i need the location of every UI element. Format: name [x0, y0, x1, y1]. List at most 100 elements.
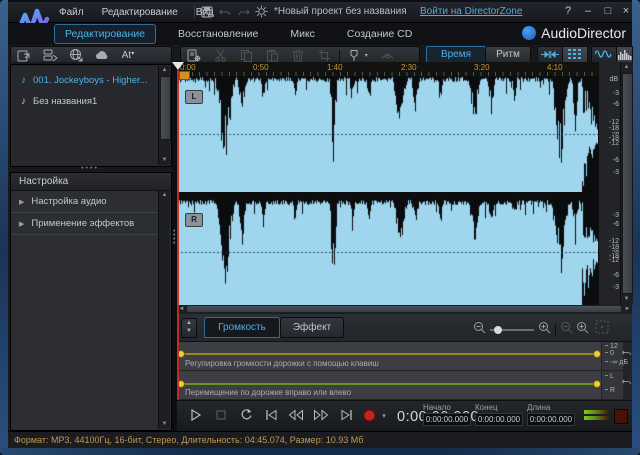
db-scale-label: -6 — [613, 157, 619, 164]
undo-icon[interactable] — [216, 5, 234, 19]
settings-gear-icon[interactable] — [252, 5, 270, 19]
directorzone-link[interactable]: Войти на DirectorZone — [420, 6, 522, 17]
menu-item-edit[interactable]: Редактирование — [93, 3, 187, 18]
channel-left-badge: L — [185, 90, 203, 104]
tab-volume[interactable]: Громкость — [204, 317, 280, 338]
settings-item-label: Применение эффектов — [31, 218, 134, 229]
timeline-flag-icon[interactable] — [179, 71, 190, 80]
record-button[interactable] — [360, 408, 378, 426]
tab-mix[interactable]: Микс — [280, 25, 325, 43]
settings-scrollbar[interactable]: ▲ ▼ — [158, 191, 170, 429]
timeline-ruler[interactable]: 0:000:501:402:303:204:10 — [177, 62, 598, 76]
close-button[interactable]: × — [618, 5, 634, 17]
time-mode-button[interactable]: Время — [426, 46, 486, 63]
volume-lane-track[interactable]: Регулировка громкости дорожки с помощью … — [177, 342, 601, 371]
vertical-zoom-in-icon[interactable] — [576, 321, 589, 339]
keyframe-point[interactable] — [593, 380, 601, 388]
waveform-editor[interactable]: 0:000:501:402:303:204:10 L R — [177, 62, 598, 305]
time-field-value[interactable]: 0:00:00.000 — [423, 413, 471, 426]
time-field-label: Длина — [527, 403, 575, 412]
pan-lane-label: Перемещение по дорожке вправо или влево — [185, 388, 351, 397]
tab-restore[interactable]: Восстановление — [168, 25, 268, 43]
main-tabs: Редактирование Восстановление Микс Создание… — [48, 23, 428, 44]
library-scroll-thumb[interactable] — [160, 76, 171, 140]
db-scale-label: -12 — [609, 257, 619, 264]
brand: AudioDirector — [522, 25, 626, 43]
library-scrollbar[interactable]: ▲ ▼ — [158, 66, 170, 165]
scroll-up-icon[interactable]: ▲ — [621, 63, 632, 72]
vertical-zoom-out-icon[interactable] — [560, 321, 573, 339]
record-dropdown-icon[interactable]: ▾ — [379, 408, 389, 426]
zoom-out-icon[interactable] — [473, 321, 486, 339]
tab-create-cd[interactable]: Создание CD — [337, 25, 422, 43]
scroll-down-icon[interactable]: ▼ — [621, 295, 632, 304]
go-start-button[interactable] — [260, 408, 282, 426]
time-field-value[interactable]: 0:00:00.000 — [475, 413, 523, 426]
text-to-speech-icon[interactable]: At▾ — [115, 50, 141, 61]
volume-keyframe-lane[interactable]: Регулировка громкости дорожки с помощью … — [177, 342, 632, 371]
waveform-scroll-thumb[interactable] — [622, 73, 633, 294]
channel-right[interactable]: R — [177, 199, 598, 305]
volume-lane-reset-icon[interactable] — [622, 342, 632, 370]
pan-lane-track[interactable]: Перемещение по дорожке вправо или влево — [177, 371, 601, 400]
beat-mode-button[interactable]: Ритм — [485, 46, 531, 63]
zoom-slider-knob[interactable] — [494, 326, 502, 334]
scroll-up-icon[interactable]: ▲ — [159, 66, 170, 75]
lane-scale-label: 0 — [605, 350, 614, 357]
list-item[interactable]: ♪001. Jockeyboys - Higher... — [11, 70, 171, 91]
panel-resize-handle[interactable]: •••• — [8, 165, 172, 172]
zoom-fit-icon[interactable] — [595, 320, 609, 339]
zoom-in-icon[interactable] — [538, 321, 551, 339]
application-window: ФайлРедактированиеВид *Новый проект без … — [0, 0, 640, 455]
db-scale-label: -3 — [613, 90, 619, 97]
scroll-down-icon[interactable]: ▼ — [159, 420, 170, 429]
lane-scale-label: R — [605, 387, 615, 394]
time-field-start: Начало0:00:00.000 — [423, 403, 471, 426]
time-field-label: Начало — [423, 403, 471, 412]
scroll-down-icon[interactable]: ▼ — [159, 156, 170, 165]
settings-item-apply-effects[interactable]: ▶Применение эффектов — [11, 213, 171, 235]
time-field-value[interactable]: 0:00:00.000 — [527, 413, 575, 426]
loop-button[interactable] — [235, 408, 257, 426]
transport-bar: ▾ 0:00:00.000 Начало0:00:00.000Конец0:00… — [177, 400, 632, 432]
playhead-handle-icon[interactable] — [172, 62, 184, 70]
pan-lane-reset-icon[interactable] — [622, 371, 632, 399]
timeline-tick-label: 3:20 — [474, 63, 490, 72]
stop-button[interactable] — [210, 408, 232, 426]
tab-edit[interactable]: Редактирование — [54, 24, 156, 44]
help-button[interactable]: ? — [560, 5, 576, 17]
collapse-panel-icon[interactable]: ▲▼ — [181, 318, 197, 338]
waveform-canvas-left[interactable] — [177, 76, 598, 192]
bottom-panel: ◄ ► ▲▼ Громкость Эффект — [177, 305, 632, 431]
save-icon[interactable] — [198, 5, 216, 19]
rewind-button[interactable] — [285, 408, 307, 426]
list-item[interactable]: ♪Без названия1 — [11, 91, 171, 112]
maximize-button[interactable]: □ — [600, 5, 616, 17]
pan-keyframe-line[interactable] — [179, 383, 599, 385]
db-scale-label: -3 — [613, 169, 619, 176]
tab-effect[interactable]: Эффект — [280, 317, 344, 338]
waveform-canvas-right[interactable] — [177, 199, 598, 305]
settings-item-audio-adjust[interactable]: ▶Настройка аудио — [11, 191, 171, 213]
timeline-tick-label: 4:10 — [547, 63, 563, 72]
db-scale-label: -6 — [613, 221, 619, 228]
pan-keyframe-lane[interactable]: Перемещение по дорожке вправо или влево … — [177, 371, 632, 400]
hscroll-thumb[interactable] — [187, 306, 621, 312]
menu-item-file[interactable]: Файл — [50, 3, 93, 18]
settings-panel: Настройка ▶Настройка аудио▶Применение эф… — [10, 172, 172, 431]
minimize-button[interactable]: – — [580, 5, 596, 17]
zoom-slider[interactable] — [490, 329, 534, 331]
volume-lane-label: Регулировка громкости дорожки с помощью … — [185, 359, 379, 368]
play-button[interactable] — [185, 408, 207, 426]
playhead[interactable] — [177, 70, 179, 400]
scroll-up-icon[interactable]: ▲ — [159, 191, 170, 200]
music-note-icon: ♪ — [21, 96, 26, 107]
lane-scale-label: 12 — [605, 343, 618, 350]
waveform-scrollbar-vertical[interactable]: ▲ ▼ — [620, 62, 633, 305]
channel-divider — [177, 192, 598, 199]
channel-left[interactable]: L — [177, 76, 598, 192]
keyframe-point[interactable] — [593, 350, 601, 358]
redo-icon[interactable] — [234, 5, 252, 19]
volume-keyframe-line[interactable] — [179, 353, 599, 355]
scroll-right-icon[interactable]: ► — [623, 305, 632, 313]
